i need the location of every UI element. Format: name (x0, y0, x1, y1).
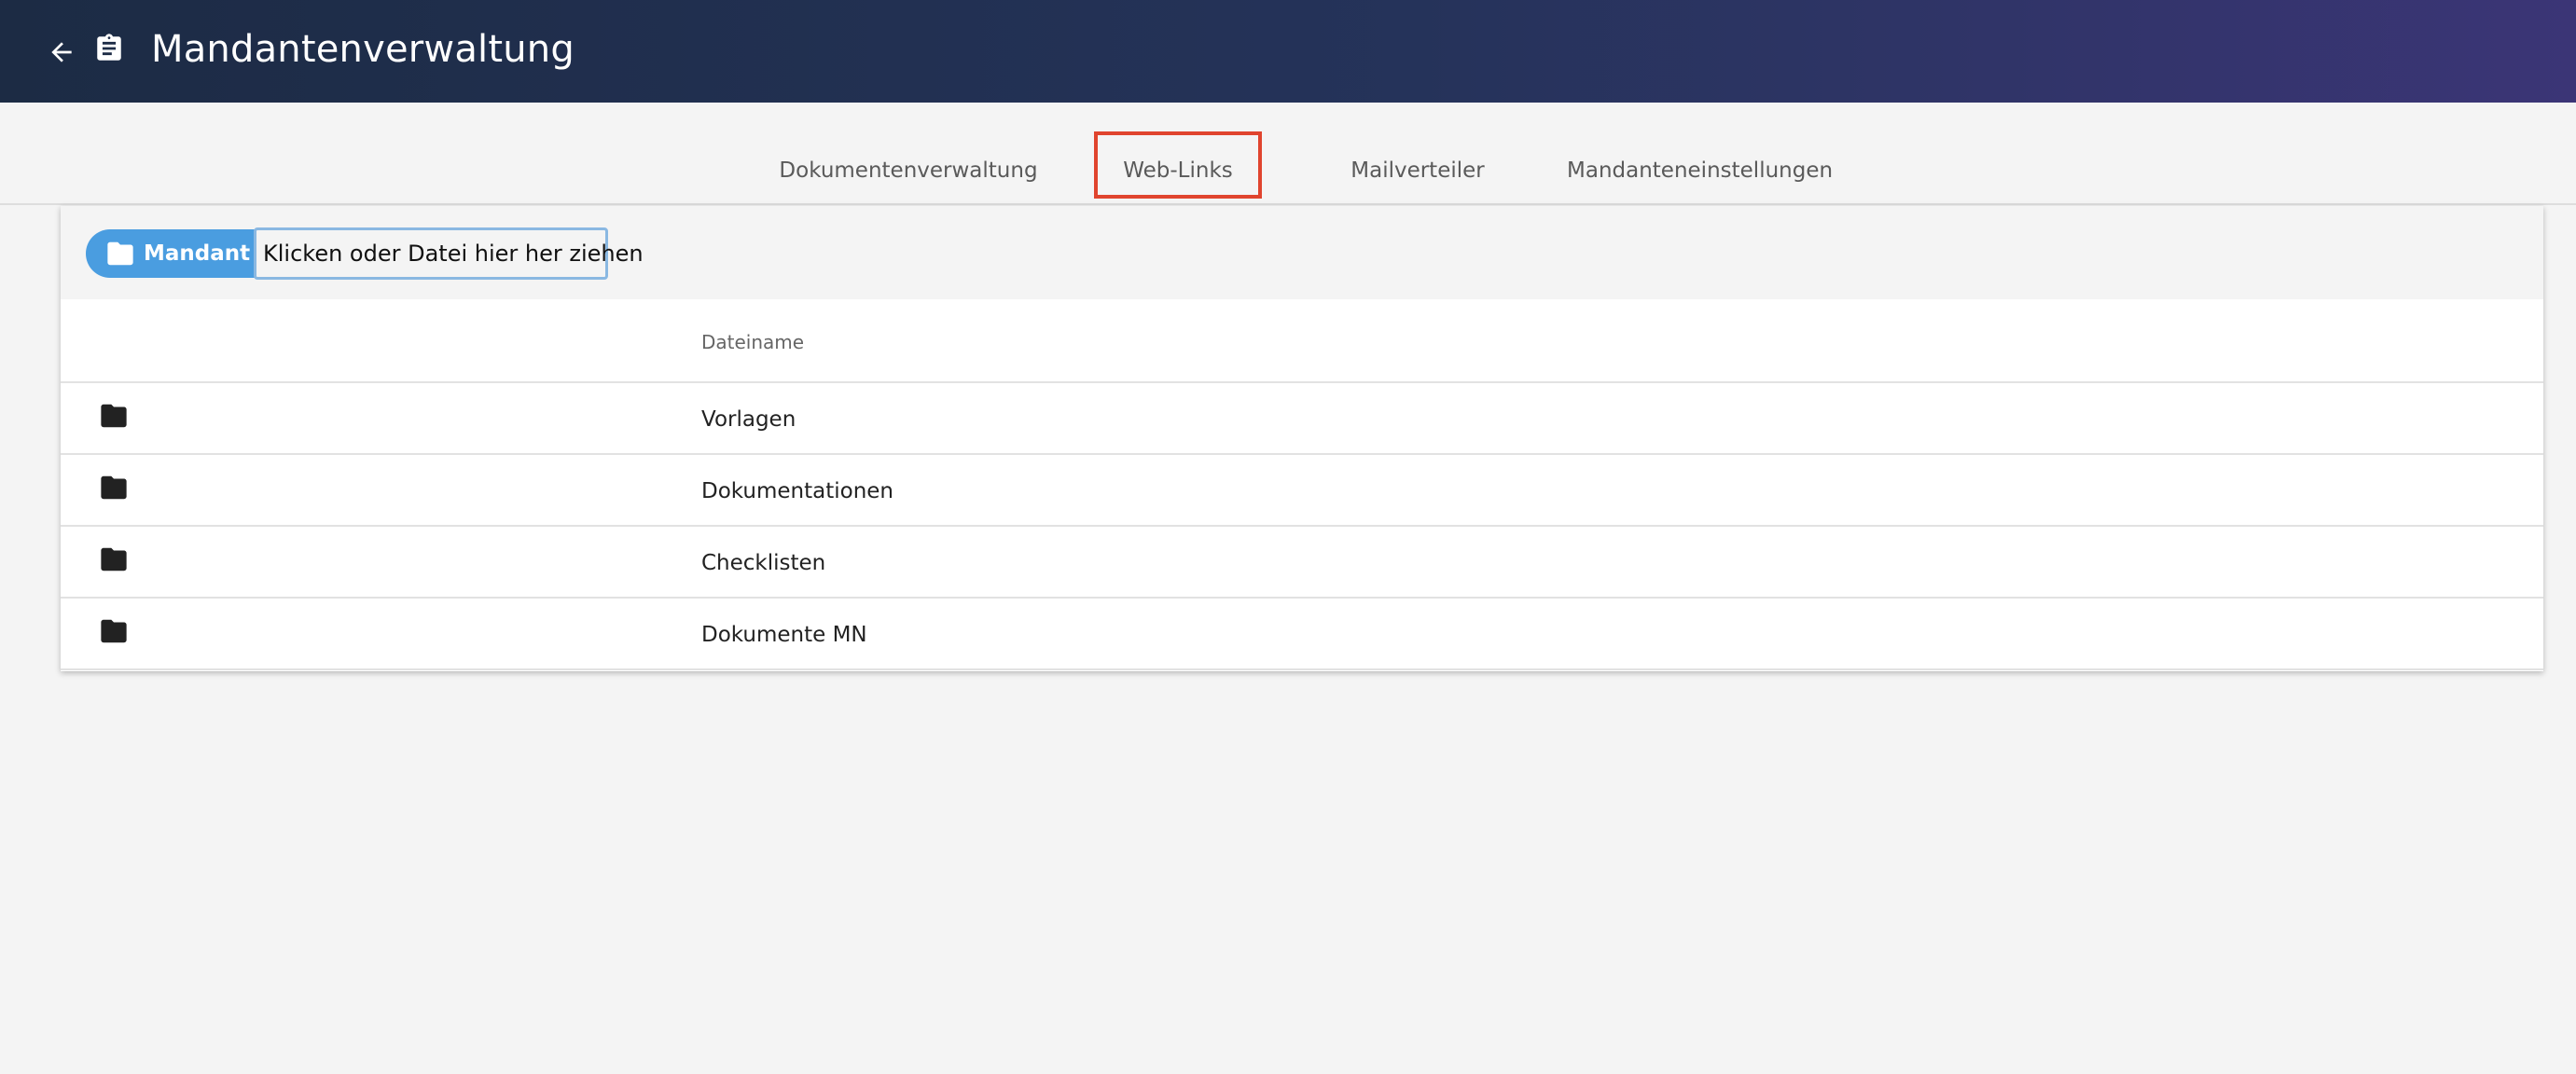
file-name: Vorlagen (701, 407, 796, 432)
app-header: Mandantenverwaltung (0, 0, 2576, 103)
tab-mailverteiler[interactable]: Mailverteiler (1343, 158, 1492, 196)
file-name: Dokumente MN (701, 623, 867, 647)
file-upload-dropzone[interactable]: Klicken oder Datei hier her ziehen (254, 227, 644, 280)
folder-icon (101, 619, 127, 643)
document-panel: Mandant Klicken oder Datei hier her zieh… (61, 206, 2543, 671)
tab-bar: Dokumentenverwaltung Web-Links Mailverte… (0, 103, 2576, 209)
folder-icon (101, 547, 127, 571)
folder-icon (101, 404, 127, 428)
tab-mandanteneinstellungen[interactable]: Mandanteneinstellungen (1567, 158, 1833, 196)
folder-icon (107, 241, 133, 266)
file-name: Dokumentationen (701, 479, 894, 503)
clipboard-icon (97, 34, 121, 61)
mandant-button-label: Mandant (144, 241, 251, 266)
table-row[interactable]: Dokumente MN (61, 599, 2543, 670)
page-title: Mandantenverwaltung (151, 28, 575, 71)
table-row[interactable]: Vorlagen (61, 383, 2543, 455)
folder-icon (101, 475, 127, 500)
table-row[interactable]: Dokumentationen (61, 455, 2543, 527)
column-header-dateiname[interactable]: Dateiname (701, 331, 804, 353)
toolbar: Mandant Klicken oder Datei hier her zieh… (61, 206, 2543, 299)
table-row[interactable]: Checklisten (61, 527, 2543, 599)
arrow-left-icon (51, 42, 72, 62)
back-button[interactable] (45, 35, 78, 69)
table-header: Dateiname (61, 299, 2543, 383)
tab-highlight-box (1094, 131, 1262, 199)
file-table: Dateiname Vorlagen Dokumentationen Check… (61, 299, 2543, 670)
file-name: Checklisten (701, 551, 826, 575)
tab-dokumentenverwaltung[interactable]: Dokumentenverwaltung (755, 158, 1061, 209)
